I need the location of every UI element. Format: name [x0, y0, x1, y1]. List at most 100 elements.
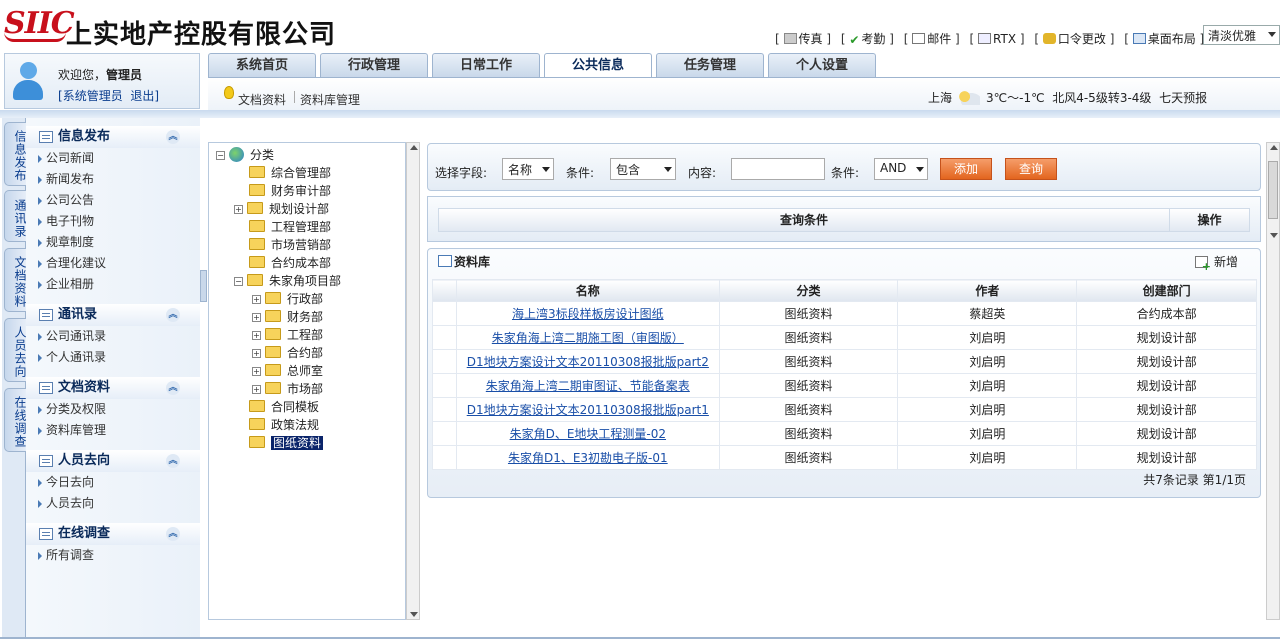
tree-node[interactable]: + 总师室 [252, 362, 323, 380]
menu-item-news-publish[interactable]: 新闻发布 [26, 169, 200, 190]
side-tab-contacts[interactable]: 通讯录 [4, 190, 27, 242]
tree-node[interactable]: + 市场部 [252, 380, 323, 398]
document-name-link[interactable]: 朱家角D1、E3初勘电子版-01 [508, 451, 668, 465]
scroll-up-icon[interactable] [410, 145, 418, 150]
tab-tasks[interactable]: 任务管理 [656, 53, 764, 77]
tab-personal-settings[interactable]: 个人设置 [768, 53, 876, 77]
scroll-thumb[interactable] [1268, 161, 1278, 219]
side-tab-info-publish[interactable]: 信息发布 [4, 122, 27, 186]
side-tab-whereabouts[interactable]: 人员去向 [4, 318, 27, 382]
tree-node[interactable]: 财务审计部 [249, 182, 331, 200]
expand-icon[interactable]: + [252, 385, 261, 394]
menu-item-suggestions[interactable]: 合理化建议 [26, 253, 200, 274]
mail-link[interactable]: 邮件 [927, 32, 951, 46]
tree-node[interactable]: 政策法规 [249, 416, 319, 434]
column-author[interactable]: 作者 [897, 279, 1078, 302]
table-row[interactable]: D1地块方案设计文本20110308报批版part2 图纸资料 刘启明 规划设计部 [432, 349, 1257, 374]
tree-node[interactable]: 合约成本部 [249, 254, 331, 272]
tree-node[interactable]: + 行政部 [252, 290, 323, 308]
collapse-icon[interactable]: ︽ [166, 527, 180, 541]
tab-admin[interactable]: 行政管理 [320, 53, 428, 77]
document-name-link[interactable]: 朱家角海上湾二期审图证、节能备案表 [486, 379, 690, 393]
main-scrollbar[interactable] [1266, 142, 1280, 620]
collapse-icon[interactable]: − [216, 151, 225, 160]
tab-daily-work[interactable]: 日常工作 [432, 53, 540, 77]
menu-item-album[interactable]: 企业相册 [26, 274, 200, 295]
document-name-link[interactable]: 朱家角海上湾二期施工图（审图版） [492, 331, 684, 345]
side-tab-documents[interactable]: 文档资料 [4, 248, 27, 312]
column-department[interactable]: 创建部门 [1076, 279, 1257, 302]
breadcrumb-library-management[interactable]: 资料库管理 [300, 91, 360, 108]
menu-header-survey[interactable]: 在线调查 ︽ [26, 523, 200, 545]
menu-item-all-surveys[interactable]: 所有调查 [26, 545, 200, 566]
add-condition-button[interactable]: 添加 [940, 158, 992, 180]
attendance-link[interactable]: 考勤 [861, 32, 885, 46]
tree-root[interactable]: − 分类 [216, 146, 274, 164]
menu-item-staff-whereabouts[interactable]: 人员去向 [26, 493, 200, 514]
menu-header-info-publish[interactable]: 信息发布 ︽ [26, 126, 200, 148]
panel-splitter[interactable] [200, 270, 207, 302]
collapse-icon[interactable]: ︽ [166, 130, 180, 144]
user-role[interactable]: 系统管理员 [63, 89, 123, 103]
scroll-down-icon[interactable] [1270, 233, 1278, 238]
table-row[interactable]: 朱家角D1、E3初勘电子版-01 图纸资料 刘启明 规划设计部 [432, 445, 1257, 470]
tree-node[interactable]: − 朱家角项目部 [234, 272, 341, 290]
collapse-icon[interactable]: ︽ [166, 454, 180, 468]
menu-item-today-whereabouts[interactable]: 今日去向 [26, 472, 200, 493]
menu-item-announcements[interactable]: 公司公告 [26, 190, 200, 211]
table-row[interactable]: 朱家角海上湾二期施工图（审图版） 图纸资料 刘启明 规划设计部 [432, 325, 1257, 350]
rtx-link[interactable]: RTX [993, 32, 1016, 46]
search-button[interactable]: 查询 [1005, 158, 1057, 180]
tree-node[interactable]: + 规划设计部 [234, 200, 329, 218]
tree-node[interactable]: 合同模板 [249, 398, 319, 416]
tree-node[interactable]: + 工程部 [252, 326, 323, 344]
table-row[interactable]: 海上湾3标段样板房设计图纸 图纸资料 蔡超英 合约成本部 [432, 301, 1257, 326]
tree-node-selected[interactable]: 图纸资料 [249, 434, 324, 452]
tree-scrollbar[interactable] [406, 142, 420, 620]
logout-link[interactable]: 退出 [130, 89, 154, 103]
expand-icon[interactable]: + [252, 295, 261, 304]
condition-select[interactable]: 包含 [610, 158, 676, 180]
menu-item-regulations[interactable]: 规章制度 [26, 232, 200, 253]
tree-node[interactable]: 市场营销部 [249, 236, 331, 254]
tree-node[interactable]: 工程管理部 [249, 218, 331, 236]
menu-item-company-news[interactable]: 公司新闻 [26, 148, 200, 169]
weather-forecast-link[interactable]: 七天预报 [1159, 91, 1207, 105]
breadcrumb-documents[interactable]: 文档资料 [238, 91, 286, 108]
document-name-link[interactable]: D1地块方案设计文本20110308报批版part1 [467, 403, 709, 417]
fax-link[interactable]: 传真 [799, 32, 823, 46]
expand-icon[interactable]: + [252, 349, 261, 358]
document-name-link[interactable]: 朱家角D、E地块工程测量-02 [510, 427, 666, 441]
menu-item-categories-permissions[interactable]: 分类及权限 [26, 399, 200, 420]
password-change-link[interactable]: 口令更改 [1058, 32, 1106, 46]
side-tab-survey[interactable]: 在线调查 [4, 388, 27, 452]
logic-select[interactable]: AND [874, 158, 928, 180]
expand-icon[interactable]: + [252, 313, 261, 322]
tab-public-info[interactable]: 公共信息 [544, 53, 652, 78]
document-name-link[interactable]: D1地块方案设计文本20110308报批版part2 [467, 355, 709, 369]
expand-icon[interactable]: + [234, 205, 243, 214]
collapse-icon[interactable]: ︽ [166, 308, 180, 322]
column-category[interactable]: 分类 [718, 279, 899, 302]
menu-header-documents[interactable]: 文档资料 ︽ [26, 377, 200, 399]
column-name[interactable]: 名称 [455, 279, 720, 302]
table-row[interactable]: D1地块方案设计文本20110308报批版part1 图纸资料 刘启明 规划设计部 [432, 397, 1257, 422]
tab-home[interactable]: 系统首页 [208, 53, 316, 77]
desktop-layout-link[interactable]: 桌面布局 [1148, 32, 1196, 46]
collapse-icon[interactable]: − [234, 277, 243, 286]
theme-select[interactable]: 清淡优雅 [1203, 25, 1280, 45]
expand-icon[interactable]: + [252, 367, 261, 376]
table-row[interactable]: 朱家角D、E地块工程测量-02 图纸资料 刘启明 规划设计部 [432, 421, 1257, 446]
expand-icon[interactable]: + [252, 331, 261, 340]
content-input[interactable] [731, 158, 825, 180]
table-row[interactable]: 朱家角海上湾二期审图证、节能备案表 图纸资料 刘启明 规划设计部 [432, 373, 1257, 398]
scroll-up-icon[interactable] [1270, 145, 1278, 150]
document-name-link[interactable]: 海上湾3标段样板房设计图纸 [512, 307, 664, 321]
collapse-icon[interactable]: ︽ [166, 381, 180, 395]
menu-item-library-management[interactable]: 资料库管理 [26, 420, 200, 441]
scroll-down-icon[interactable] [410, 612, 418, 617]
menu-header-whereabouts[interactable]: 人员去向 ︽ [26, 450, 200, 472]
tree-node[interactable]: + 合约部 [252, 344, 323, 362]
tree-node[interactable]: + 财务部 [252, 308, 323, 326]
field-select[interactable]: 名称 [502, 158, 554, 180]
